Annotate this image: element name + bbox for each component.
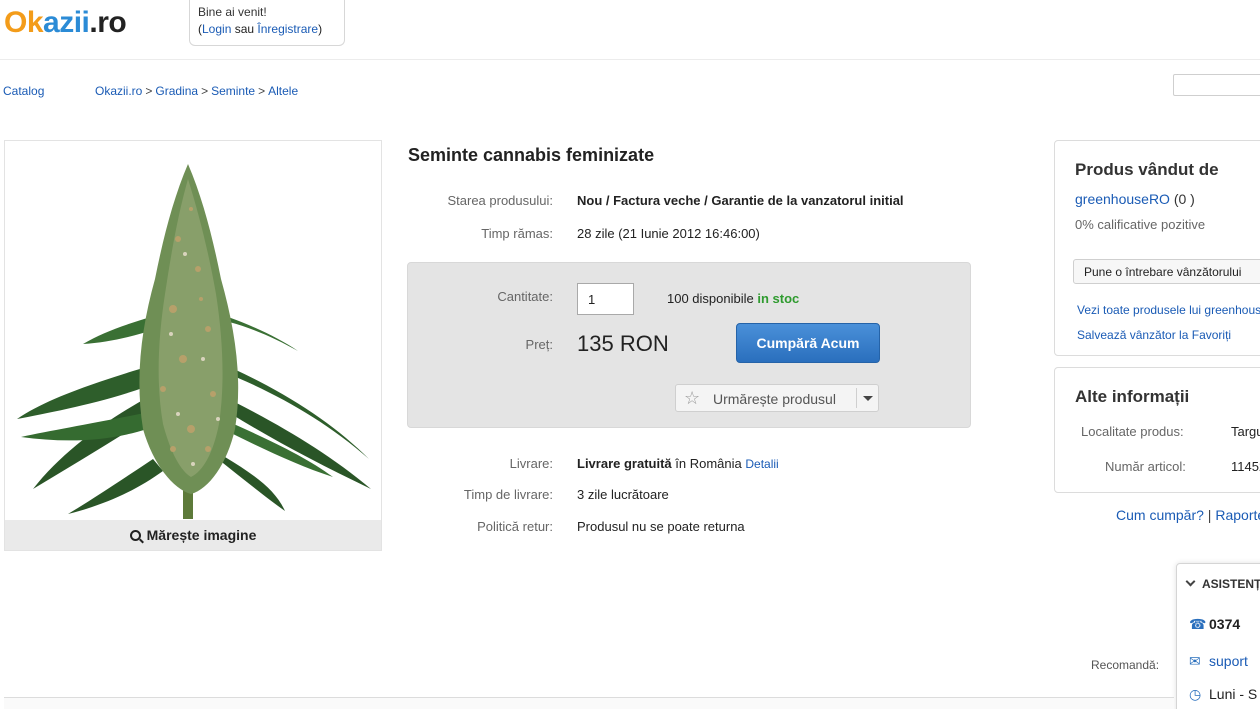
price-value: 135 RON <box>577 331 669 356</box>
enlarge-image-button[interactable]: Mărește imagine <box>5 520 381 550</box>
report-link[interactable]: Raportează <box>1215 507 1260 523</box>
welcome-text: Bine ai venit! <box>198 5 267 19</box>
assistance-heading: ASISTENȚĂ <box>1202 577 1260 591</box>
save-seller-favorites-link[interactable]: Salvează vânzător la Favoriți <box>1077 328 1231 342</box>
other-info-panel: Alte informații Localitate produs: Targu… <box>1054 367 1260 493</box>
auth-close-paren: ) <box>318 22 323 36</box>
how-to-buy-link[interactable]: Cum cumpăr? <box>1116 507 1204 523</box>
follow-product-button[interactable]: ☆ Urmărește produsul <box>675 384 879 412</box>
auth-links: (Login sau Înregistrare) <box>198 21 344 38</box>
auth-or: sau <box>231 22 258 36</box>
time-left-label: Timp rămas: <box>481 226 553 241</box>
bottom-section-edge <box>4 697 1174 709</box>
delivery-time-value: 3 zile lucrătoare <box>577 487 669 502</box>
buy-now-button[interactable]: Cumpără Acum <box>736 323 880 363</box>
seller-heading: Produs vândut de <box>1075 160 1219 179</box>
breadcrumb-item-home[interactable]: Okazii.ro <box>95 84 142 98</box>
assistance-toggle[interactable]: ASISTENȚĂ <box>1185 576 1260 591</box>
seller-all-products-link[interactable]: Vezi toate produsele lui greenhouseRO <box>1077 303 1260 317</box>
delivery-time-label: Timp de livrare: <box>463 487 553 502</box>
breadcrumb-item-seminte[interactable]: Seminte <box>211 84 255 98</box>
help-separator: | <box>1203 507 1216 523</box>
article-number-value: 114521 <box>1231 459 1260 474</box>
recommend-label: Recomandă: <box>1091 658 1160 672</box>
mail-icon: ✉ <box>1189 653 1201 669</box>
phone-icon: ☎ <box>1189 616 1207 632</box>
search-input[interactable] <box>1173 74 1260 96</box>
product-title: Seminte cannabis feminizate <box>408 145 655 165</box>
breadcrumb-item-altele[interactable]: Altele <box>268 84 298 98</box>
free-shipping: Livrare gratuită <box>577 456 672 471</box>
assistance-hours: ◷ Luni - S <box>1189 686 1257 703</box>
product-image-box[interactable]: Mărește imagine <box>4 140 382 551</box>
seller-panel: Produs vândut de greenhouseRO (0 ) 0% ca… <box>1054 140 1260 356</box>
quantity-label: Cantitate: <box>497 289 553 304</box>
shipping-details-link[interactable]: Detalii <box>745 457 778 471</box>
ask-seller-button[interactable]: Pune o întrebare vânzătorului <box>1073 259 1260 284</box>
seller-name-row: greenhouseRO (0 ) <box>1075 191 1195 207</box>
assistance-email[interactable]: ✉ suport <box>1189 653 1248 670</box>
enlarge-image-label: Mărește imagine <box>146 527 257 543</box>
product-image <box>17 164 371 519</box>
location-label: Localitate produs: <box>1081 424 1184 439</box>
other-info-heading: Alte informații <box>1075 387 1190 406</box>
assistance-widget: ASISTENȚĂ ☎0374 ✉ suport ◷ Luni - S <box>1176 563 1260 709</box>
register-link[interactable]: Înregistrare <box>257 22 318 36</box>
condition-label: Starea produsului: <box>447 193 553 208</box>
seller-name-link[interactable]: greenhouseRO <box>1075 191 1170 207</box>
breadcrumb-item-gradina[interactable]: Gradina <box>155 84 198 98</box>
follow-product-label: Urmărește produsul <box>713 391 836 407</box>
quantity-input[interactable]: 1 <box>577 283 634 315</box>
shipping-value: Livrare gratuită în România Detalii <box>577 456 779 471</box>
login-link[interactable]: Login <box>202 22 231 36</box>
help-links: Cum cumpăr? | Raportează <box>1116 507 1260 523</box>
time-left-value: 28 zile (21 Iunie 2012 16:46:00) <box>577 226 760 241</box>
logo-part-1: Ok <box>4 6 44 39</box>
clock-icon: ◷ <box>1189 686 1202 702</box>
return-policy-value: Produsul nu se poate returna <box>577 519 745 534</box>
return-policy-label: Politică retur: <box>477 519 553 534</box>
positive-feedback: 0% calificative pozitive <box>1075 217 1206 232</box>
breadcrumb: Okazii.ro > Gradina > Seminte > Altele <box>95 84 298 98</box>
assistance-email-text: suport <box>1209 653 1248 669</box>
price-label: Preț: <box>525 337 553 352</box>
star-icon: ☆ <box>684 388 701 408</box>
in-stock-label: in stoc <box>757 291 800 306</box>
follow-divider <box>856 388 857 408</box>
seller-rating: (0 ) <box>1169 191 1195 207</box>
logo-part-3: .ro <box>89 6 127 39</box>
site-logo[interactable]: Okazii.ro <box>4 6 127 40</box>
assistance-phone-number: 0374 <box>1209 616 1241 632</box>
catalog-link[interactable]: Catalog <box>3 84 44 98</box>
condition-value: Nou / Factura veche / Garantie de la van… <box>577 193 904 208</box>
breadcrumb-separator: > <box>145 84 153 98</box>
magnifier-icon <box>129 530 141 541</box>
chevron-down-icon <box>1185 576 1196 587</box>
location-value: Targu Mures <box>1231 424 1260 439</box>
chevron-down-icon[interactable] <box>863 396 873 401</box>
article-number-label: Număr articol: <box>1105 459 1186 474</box>
breadcrumb-separator: > <box>201 84 209 98</box>
assistance-phone[interactable]: ☎ 0374 <box>1189 616 1240 633</box>
breadcrumb-separator: > <box>258 84 266 98</box>
assistance-hours-text: Luni - S <box>1209 686 1258 702</box>
shipping-label: Livrare: <box>509 456 553 471</box>
shipping-country: în România <box>671 456 742 471</box>
availability: 100 disponibile in stoc <box>667 291 799 306</box>
available-count: 100 disponibile <box>667 291 754 306</box>
logo-part-2: azii <box>43 6 90 39</box>
welcome-box: Bine ai venit! (Login sau Înregistrare) <box>189 0 345 46</box>
site-header: Okazii.ro Bine ai venit! (Login sau Înre… <box>0 0 1260 60</box>
